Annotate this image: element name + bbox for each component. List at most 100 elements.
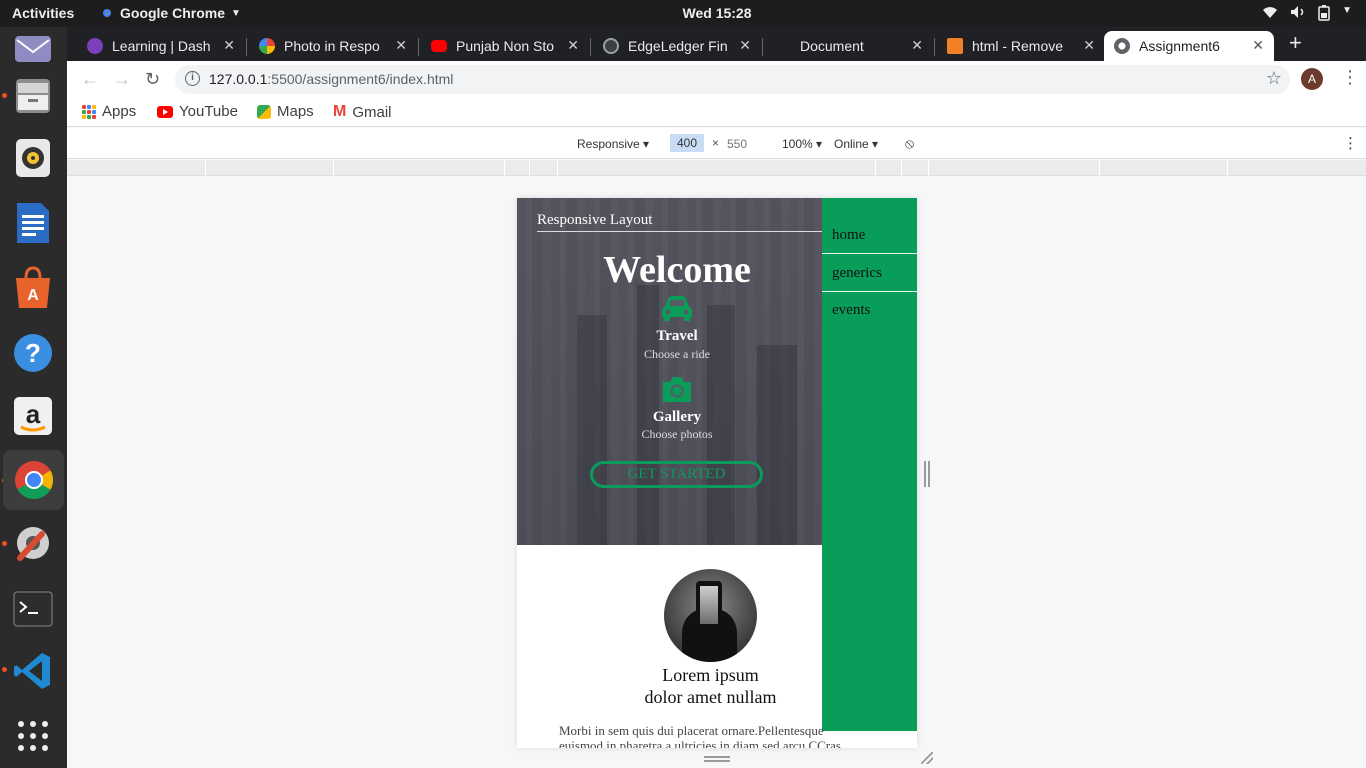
bookmark-star-icon[interactable]: ☆ [1266, 68, 1282, 89]
show-apps-icon[interactable] [9, 712, 57, 760]
software-center-icon[interactable]: A [9, 264, 57, 312]
profile-avatar[interactable]: A [1301, 68, 1323, 90]
camera-icon [517, 375, 822, 408]
bookmarks-bar: Apps YouTube Maps M Gmail [67, 97, 1366, 127]
close-icon[interactable]: ✕ [395, 37, 407, 54]
resize-handle-bottom[interactable] [704, 756, 730, 762]
files-app-icon[interactable] [9, 72, 57, 120]
system-top-bar: Activities Google Chrome ▼ Wed 15:28 ▼ [0, 0, 1366, 27]
battery-icon [1318, 5, 1330, 24]
settings-tools-icon[interactable] [9, 519, 57, 567]
tab-favicon-icon [259, 38, 275, 54]
get-started-button[interactable]: GET STARTED [590, 461, 763, 488]
tab-document[interactable]: Document ✕ [765, 31, 933, 61]
help-icon[interactable]: ? [9, 329, 57, 377]
rotate-icon[interactable]: ⦸ [905, 135, 914, 152]
running-indicator [2, 93, 7, 98]
address-bar[interactable]: i 127.0.0.1:5500/assignment6/index.html … [175, 65, 1290, 94]
stackoverflow-icon [947, 38, 963, 54]
resize-handle-right[interactable] [924, 461, 930, 487]
url-text[interactable]: 127.0.0.1:5500/assignment6/index.html [209, 71, 453, 87]
throttle-select[interactable]: Online ▾ [834, 137, 878, 151]
card-body: Morbi in sem quis dui placerat ornare.Pe… [559, 723, 841, 748]
tab-punjab[interactable]: Punjab Non Sto ✕ [421, 31, 589, 61]
amazon-icon[interactable]: a [9, 392, 57, 440]
maps-icon [257, 104, 271, 119]
tab-title: Assignment6 [1139, 38, 1220, 54]
hero-heading: Welcome [603, 249, 751, 291]
bookmark-youtube[interactable]: YouTube [157, 103, 238, 120]
tab-title: EdgeLedger Fin [628, 38, 728, 54]
tab-favicon-icon [775, 38, 791, 54]
tab-strip: Learning | Dash ✕ Photo in Respo ✕ Punja… [67, 27, 1366, 61]
tab-learning[interactable]: Learning | Dash ✕ [77, 31, 245, 61]
close-icon[interactable]: ✕ [911, 37, 923, 54]
tab-photo[interactable]: Photo in Respo ✕ [249, 31, 417, 61]
hero-banner: Responsive Layout Welcome Travel Choose … [517, 198, 822, 545]
divider [537, 231, 822, 232]
device-label: Responsive [577, 137, 640, 151]
dock: A ? a [0, 27, 67, 768]
emulated-viewport: Responsive Layout Welcome Travel Choose … [517, 198, 917, 748]
clock[interactable]: Wed 15:28 [0, 5, 1366, 21]
media-query-segment [1227, 160, 1228, 176]
close-icon[interactable]: ✕ [567, 37, 579, 54]
new-tab-button[interactable]: + [1289, 30, 1302, 56]
more-options-icon[interactable]: ⋮ [1343, 134, 1358, 152]
back-arrow-icon[interactable]: ← [81, 69, 99, 90]
tab-favicon-icon [87, 38, 103, 54]
device-select[interactable]: Responsive ▾ [577, 137, 649, 151]
close-icon[interactable]: ✕ [1083, 37, 1095, 54]
vscode-icon[interactable] [9, 647, 57, 695]
zoom-label: 100% [782, 137, 813, 151]
system-tray[interactable]: ▼ [1262, 5, 1352, 24]
tab-edgeledger[interactable]: EdgeLedger Fin ✕ [593, 31, 761, 61]
media-query-segment [205, 160, 206, 176]
bookmark-apps[interactable]: Apps [82, 103, 136, 120]
phone-screen-shape [700, 586, 718, 624]
resize-handle-corner[interactable] [921, 752, 933, 764]
info-icon[interactable]: i [185, 71, 200, 86]
tab-title: Punjab Non Sto [456, 38, 555, 54]
nav-item-home[interactable]: home [822, 216, 917, 254]
feature-title: Travel [656, 328, 698, 344]
close-icon[interactable]: ✕ [739, 37, 751, 54]
zoom-select[interactable]: 100% ▾ [782, 137, 822, 151]
tab-stackoverflow[interactable]: html - Remove ✕ [937, 31, 1105, 61]
forward-arrow-icon[interactable]: → [113, 69, 131, 90]
tab-title: Learning | Dash [112, 38, 211, 54]
mail-app-icon[interactable] [9, 25, 57, 73]
terminal-icon[interactable] [9, 585, 57, 633]
chrome-menu-icon[interactable]: ⋮ [1341, 67, 1359, 88]
chrome-app-icon[interactable] [3, 450, 64, 510]
tab-separator [934, 38, 935, 56]
running-indicator [2, 667, 7, 672]
bookmark-maps[interactable]: Maps [257, 103, 314, 120]
volume-icon [1290, 5, 1306, 24]
bookmark-gmail[interactable]: M Gmail [333, 103, 392, 121]
tab-separator [246, 38, 247, 56]
chevron-down-icon: ▼ [1342, 5, 1352, 16]
close-icon[interactable]: ✕ [1252, 37, 1264, 54]
tab-title: Photo in Respo [284, 38, 380, 54]
tab-separator [418, 38, 419, 56]
url-host: 127.0.0.1 [209, 71, 268, 87]
rhythmbox-icon[interactable] [9, 134, 57, 182]
width-input[interactable]: 400 [670, 134, 704, 152]
globe-icon [1114, 38, 1130, 54]
media-query-bar[interactable] [67, 160, 1366, 176]
close-icon[interactable]: ✕ [223, 37, 235, 54]
nav-item-generics[interactable]: generics [822, 254, 917, 292]
youtube-icon [431, 40, 447, 52]
media-query-segment [504, 160, 505, 176]
bookmark-label: Gmail [352, 103, 392, 121]
height-input[interactable]: 550 [727, 137, 747, 151]
media-query-segment [901, 160, 902, 176]
reload-icon[interactable]: ↻ [145, 69, 160, 90]
site-title[interactable]: Responsive Layout [537, 212, 652, 229]
writer-app-icon[interactable] [9, 199, 57, 247]
svg-text:?: ? [25, 338, 41, 368]
card-title-line: Lorem ipsum [662, 665, 759, 685]
nav-item-events[interactable]: events [822, 291, 917, 329]
tab-assignment6[interactable]: Assignment6 ✕ [1104, 31, 1274, 61]
